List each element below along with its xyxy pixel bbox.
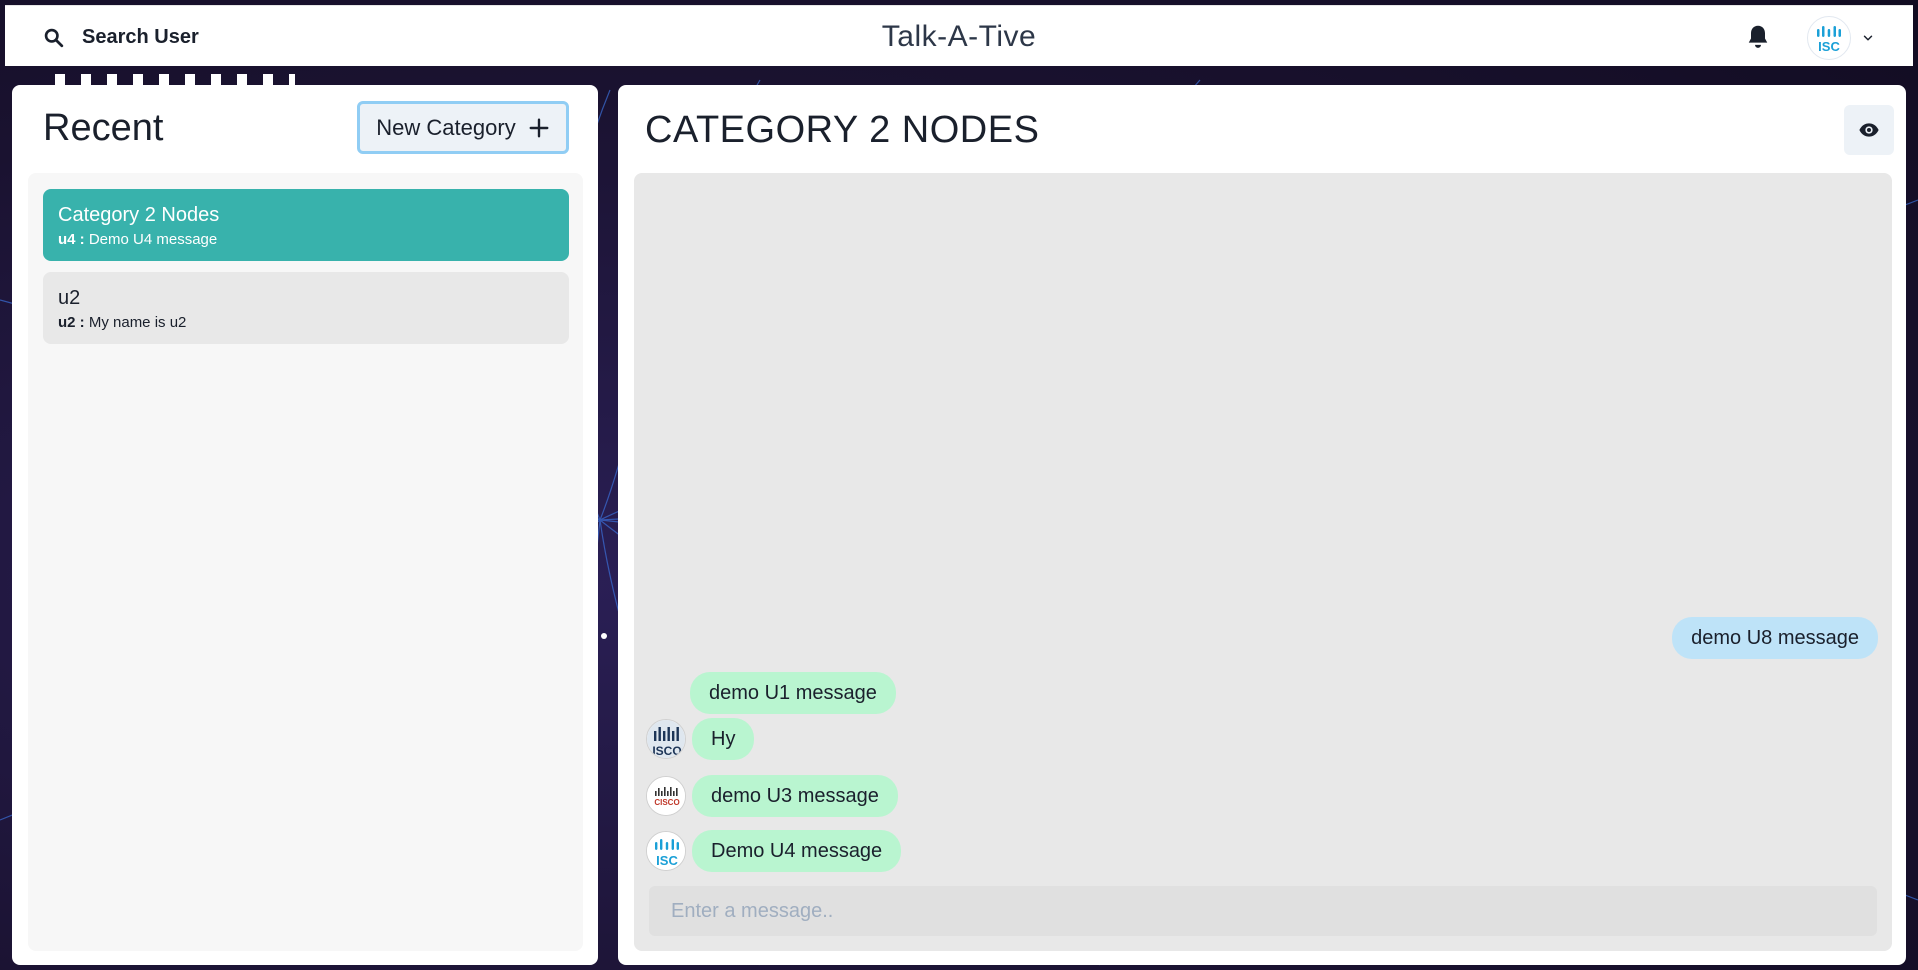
avatar[interactable]: ISC	[646, 831, 686, 871]
messages-area: demo U8 message demo U1 message ISCO Hy …	[634, 173, 1892, 951]
message-row: ISCO Hy	[646, 718, 755, 760]
cisco-logo-icon: ISC	[647, 832, 685, 870]
chat-item-u2[interactable]: u2 u2 : My name is u2	[43, 272, 569, 344]
avatar: ISC	[1807, 16, 1851, 60]
eye-icon	[1859, 123, 1879, 137]
message-bubble: demo U1 message	[690, 672, 896, 714]
search-user-label: Search User	[82, 25, 199, 48]
app-title: Talk-A-Tive	[881, 20, 1037, 53]
cisco-logo-icon: ISCO	[647, 720, 685, 758]
recent-title: Recent	[43, 107, 164, 149]
svg-text:CISCO: CISCO	[654, 798, 679, 807]
chat-name: u2	[58, 287, 81, 309]
svg-text:ISC: ISC	[1818, 39, 1840, 54]
bell-icon[interactable]	[1743, 22, 1773, 52]
new-category-label: New Category	[376, 114, 516, 140]
message-input[interactable]	[649, 886, 1877, 936]
message-bubble: demo U3 message	[692, 775, 898, 817]
message-row: CISCO demo U3 message	[646, 775, 898, 817]
top-bar: Search User Talk-A-Tive ISC	[5, 5, 1913, 66]
cisco-logo-icon: CISCO	[647, 777, 685, 815]
profile-menu-button[interactable]: ISC	[1807, 16, 1875, 60]
cisco-logo-icon: ISC	[1817, 26, 1841, 54]
chat-title: CATEGORY 2 NODES	[645, 109, 1040, 151]
chat-latest-message: u4 : Demo U4 message	[58, 231, 554, 248]
message-row: demo U8 message	[1672, 617, 1878, 659]
search-user-button[interactable]: Search User	[35, 19, 207, 55]
search-icon	[44, 28, 64, 47]
chat-list: Category 2 Nodes u4 : Demo U4 message u2…	[28, 173, 583, 951]
chat-list-panel: Recent New Category Category 2 Nodes u4 …	[12, 85, 598, 965]
svg-text:ISCO: ISCO	[652, 744, 681, 758]
chevron-down-icon	[1863, 35, 1873, 41]
svg-text:ISC: ISC	[656, 853, 678, 868]
message-row: ISC Demo U4 message	[646, 830, 902, 872]
new-category-button[interactable]: New Category	[357, 101, 569, 154]
message-bubble: Demo U4 message	[692, 830, 902, 872]
plus-icon	[529, 118, 549, 137]
latest-text: Demo U4 message	[88, 231, 218, 248]
avatar[interactable]: ISCO	[646, 719, 686, 759]
chat-name: Category 2 Nodes	[58, 204, 220, 226]
latest-text: My name is u2	[88, 314, 187, 331]
chat-item-category-2-nodes[interactable]: Category 2 Nodes u4 : Demo U4 message	[43, 189, 569, 261]
chat-panel: CATEGORY 2 NODES demo U8 message demo U1…	[618, 85, 1906, 965]
latest-sender: u2 :	[58, 314, 85, 331]
chat-latest-message: u2 : My name is u2	[58, 314, 554, 331]
message-bubble: demo U8 message	[1672, 617, 1878, 659]
message-row: demo U1 message	[690, 672, 896, 714]
latest-sender: u4 :	[58, 231, 85, 248]
view-details-button[interactable]	[1844, 105, 1894, 155]
avatar[interactable]: CISCO	[646, 776, 686, 816]
message-bubble: Hy	[692, 718, 755, 760]
